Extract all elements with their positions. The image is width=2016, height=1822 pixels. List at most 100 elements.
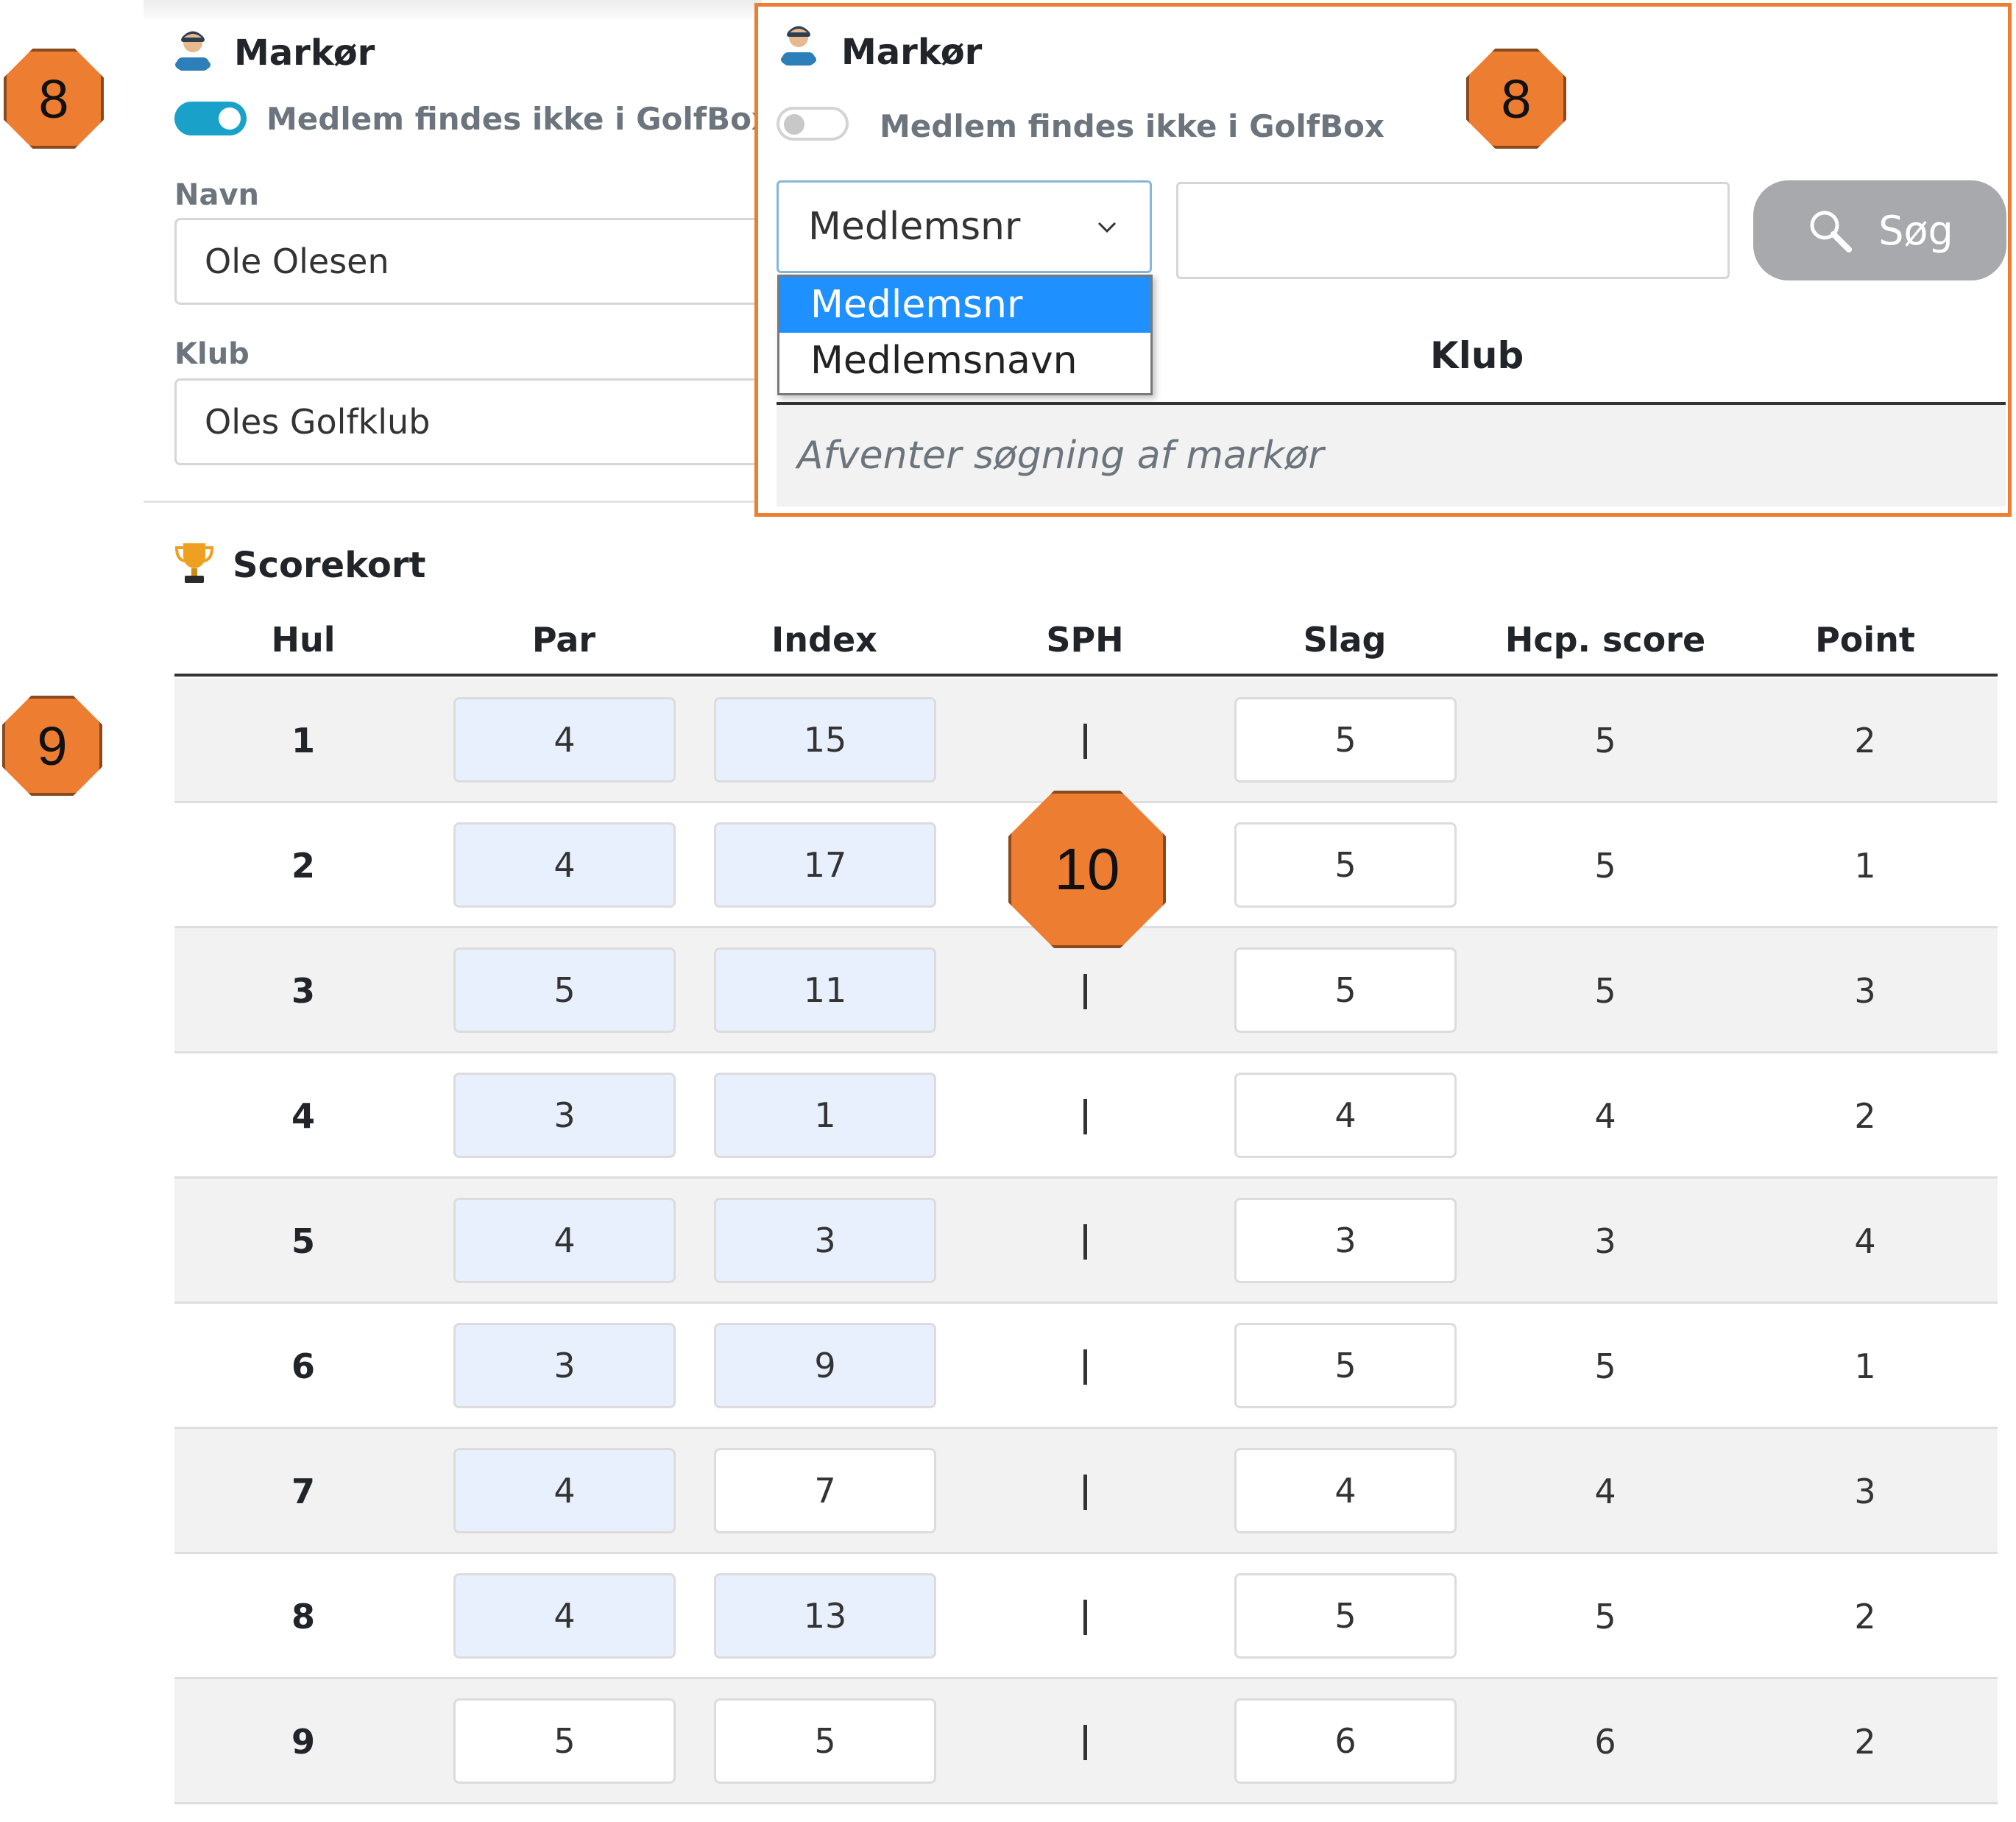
par-input[interactable]: 5 (453, 947, 676, 1033)
par-input[interactable]: 4 (453, 1198, 676, 1283)
awaiting-text: Afventer søgning af markør (797, 434, 1324, 478)
hole-number: 3 (291, 971, 315, 1011)
name-input-value: Ole Olesen (205, 241, 389, 281)
slag-input[interactable]: 4 (1234, 1448, 1457, 1533)
slag-input[interactable]: 5 (1234, 1573, 1457, 1659)
index-input[interactable]: 1 (714, 1073, 936, 1158)
slag-value: 4 (1334, 1471, 1357, 1511)
hole-number: 7 (291, 1472, 315, 1511)
toggle-knob (784, 114, 804, 135)
club-label: Klub (174, 337, 250, 371)
par-input[interactable]: 3 (453, 1073, 676, 1158)
par-input[interactable]: 3 (453, 1323, 676, 1408)
col-header-index: Index (771, 620, 877, 660)
search-input[interactable] (1176, 182, 1730, 279)
chevron-down-icon (1097, 222, 1117, 233)
index-input[interactable]: 3 (714, 1198, 936, 1283)
par-value: 5 (553, 1721, 576, 1761)
awaiting-search-row: Afventer søgning af markør (777, 402, 2006, 506)
hcp-score-value: 5 (1594, 1597, 1616, 1636)
sph-value (1083, 974, 1087, 1009)
par-value: 4 (553, 845, 576, 885)
callout-badge-8-left: 8 (4, 49, 104, 149)
par-input[interactable]: 4 (453, 822, 676, 908)
index-value: 11 (803, 970, 847, 1010)
par-value: 4 (553, 720, 576, 760)
hcp-score-value: 3 (1594, 1221, 1616, 1261)
index-input[interactable]: 11 (714, 947, 936, 1033)
index-value: 15 (803, 720, 847, 760)
index-input[interactable]: 13 (714, 1573, 936, 1659)
right-member-toggle-label: Medlem findes ikke i GolfBox (880, 108, 1385, 144)
magnifier-icon (1810, 211, 1853, 253)
slag-value: 5 (1334, 720, 1357, 760)
slag-input[interactable]: 3 (1234, 1198, 1457, 1283)
point-value: 2 (1854, 1722, 1876, 1762)
par-value: 3 (553, 1346, 576, 1385)
section-divider (144, 501, 762, 503)
hole-number: 8 (291, 1597, 315, 1636)
index-value: 3 (814, 1221, 836, 1260)
point-value: 2 (1854, 721, 1876, 760)
hole-number: 9 (291, 1722, 315, 1762)
hcp-score-value: 5 (1594, 721, 1616, 760)
slag-input[interactable]: 5 (1234, 947, 1457, 1033)
table-row: 4 3 1 4 4 2 (174, 1053, 1998, 1179)
panel-top-shadow (144, 0, 762, 22)
col-header-par: Par (531, 620, 596, 660)
index-input[interactable]: 7 (714, 1448, 936, 1533)
hole-number: 6 (291, 1346, 315, 1386)
slag-input[interactable]: 6 (1234, 1698, 1457, 1784)
marker-search-highlight: Markør Medlem findes ikke i GolfBox Medl… (754, 3, 2012, 517)
result-column-club: Klub (1430, 334, 1524, 377)
par-input[interactable]: 4 (453, 1448, 676, 1533)
slag-input[interactable]: 5 (1234, 1323, 1457, 1408)
sph-value (1083, 1224, 1087, 1260)
left-marker-title: Markør (234, 32, 375, 74)
index-input[interactable]: 15 (714, 697, 936, 783)
point-value: 1 (1854, 1346, 1876, 1386)
sph-value (1083, 1475, 1087, 1510)
table-header-line (174, 674, 1998, 677)
table-row: 7 4 7 4 4 3 (174, 1429, 1998, 1554)
person-icon (174, 28, 211, 71)
index-value: 5 (814, 1721, 836, 1761)
right-member-toggle[interactable] (777, 107, 849, 141)
scorecard-title: Scorekort (233, 545, 426, 586)
sph-value (1083, 1600, 1087, 1635)
index-input[interactable]: 17 (714, 822, 936, 908)
name-input[interactable]: Ole Olesen (174, 218, 763, 305)
par-input[interactable]: 5 (453, 1698, 676, 1784)
index-input[interactable]: 9 (714, 1323, 936, 1408)
search-type-value: Medlemsnr (808, 205, 1021, 249)
index-value: 13 (803, 1596, 847, 1636)
left-member-toggle[interactable] (174, 102, 247, 135)
point-value: 3 (1854, 1472, 1876, 1511)
par-input[interactable]: 4 (453, 697, 676, 783)
club-input[interactable]: Oles Golfklub (174, 378, 763, 465)
right-marker-title: Markør (841, 32, 983, 73)
index-value: 1 (814, 1095, 836, 1135)
hcp-score-value: 5 (1594, 846, 1616, 886)
slag-input[interactable]: 5 (1234, 697, 1457, 783)
par-input[interactable]: 4 (453, 1573, 676, 1659)
col-header-point: Point (1815, 620, 1915, 660)
search-button[interactable]: Søg (1753, 180, 2006, 280)
person-icon (780, 23, 817, 66)
hcp-score-value: 5 (1594, 1346, 1616, 1386)
search-type-select[interactable]: Medlemsnr (777, 180, 1152, 273)
hole-number: 2 (291, 846, 315, 886)
index-input[interactable]: 5 (714, 1698, 936, 1784)
search-button-label: Søg (1878, 207, 1953, 254)
table-row: 8 4 13 5 5 2 (174, 1554, 1998, 1679)
index-value: 17 (803, 845, 847, 885)
table-row: 1 4 15 5 5 2 (174, 678, 1998, 803)
toggle-knob (219, 107, 241, 130)
index-value: 7 (814, 1471, 836, 1511)
option-medlemsnavn[interactable]: Medlemsnavn (779, 333, 1150, 389)
slag-input[interactable]: 5 (1234, 822, 1457, 908)
club-input-value: Oles Golfklub (205, 402, 431, 442)
name-label: Navn (174, 178, 260, 212)
slag-input[interactable]: 4 (1234, 1073, 1457, 1158)
option-medlemsnr[interactable]: Medlemsnr (779, 277, 1150, 333)
